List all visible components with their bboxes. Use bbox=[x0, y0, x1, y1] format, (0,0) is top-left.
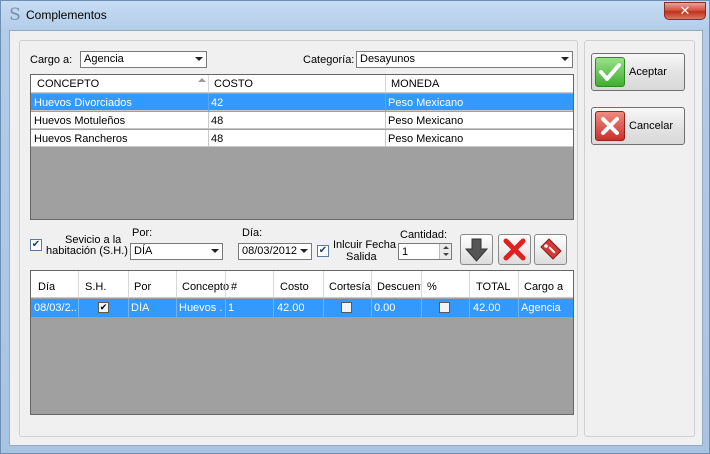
cantidad-stepper[interactable]: 1 bbox=[398, 243, 452, 260]
clear-tag-button[interactable] bbox=[534, 234, 567, 265]
column-header-concepto[interactable]: Concepto bbox=[182, 281, 229, 293]
actions-panel: Aceptar Cancelar bbox=[584, 40, 695, 437]
title-bar[interactable]: S Complementos ✕ bbox=[1, 1, 709, 29]
stepper-buttons[interactable] bbox=[439, 244, 451, 259]
tag-icon bbox=[540, 238, 562, 260]
servicio-checkbox[interactable]: ✔ bbox=[30, 239, 42, 251]
cell-moneda: Peso Mexicano bbox=[388, 133, 464, 145]
table-row[interactable]: Huevos Motuleños 48 Peso Mexicano bbox=[31, 112, 573, 129]
chevron-down-icon bbox=[300, 249, 308, 253]
close-button[interactable]: ✕ bbox=[664, 2, 706, 20]
column-header-cargo[interactable]: Cargo a bbox=[524, 281, 563, 293]
main-panel: Cargo a: Agencia Categoría: Desayunos CO… bbox=[19, 40, 578, 437]
cell-num: 1 bbox=[228, 302, 235, 314]
sort-ascending-icon bbox=[198, 78, 206, 82]
catalog-grid[interactable]: CONCEPTO COSTO MONEDA Huevos Divorciados… bbox=[30, 74, 574, 220]
chevron-down-icon bbox=[561, 57, 569, 61]
cell-costo: 48 bbox=[211, 115, 224, 127]
cell-dia: 08/03/2... bbox=[34, 302, 76, 314]
client-area: Cargo a: Agencia Categoría: Desayunos CO… bbox=[9, 30, 703, 446]
catalog-grid-header: CONCEPTO COSTO MONEDA bbox=[31, 75, 573, 93]
checkmark-icon bbox=[595, 57, 625, 87]
cell-porcentaje-checkbox[interactable] bbox=[439, 302, 450, 313]
cell-moneda: Peso Mexicano bbox=[388, 97, 464, 109]
cell-concepto: Huevos Divorciados bbox=[34, 97, 132, 109]
column-header-costo[interactable]: Costo bbox=[280, 281, 309, 293]
table-row[interactable]: Huevos Divorciados 42 Peso Mexicano bbox=[31, 94, 573, 111]
cantidad-label: Cantidad: bbox=[400, 229, 448, 241]
cell-por: DÍA bbox=[131, 302, 150, 314]
column-header-porcentaje[interactable]: % bbox=[427, 281, 437, 293]
table-row[interactable]: 08/03/2... ✔ DÍA Huevos ... 1 42.00 0.00 bbox=[31, 299, 573, 317]
chevron-down-icon bbox=[211, 249, 219, 253]
column-header-costo[interactable]: COSTO bbox=[214, 78, 253, 90]
column-header-dia[interactable]: Día bbox=[38, 281, 55, 293]
cell-cortesia-checkbox[interactable] bbox=[341, 302, 352, 313]
decrement-arrow-icon[interactable] bbox=[443, 253, 449, 256]
detail-grid-header: Día S.H. Por Concepto # Costo Cortesía D… bbox=[31, 271, 573, 298]
column-header-por[interactable]: Por bbox=[134, 281, 151, 293]
categoria-value: Desayunos bbox=[360, 53, 416, 65]
arrow-down-icon bbox=[464, 238, 489, 262]
cargo-select[interactable]: Agencia bbox=[80, 51, 207, 68]
app-logo-icon: S bbox=[9, 5, 21, 25]
column-header-descuento[interactable]: Descuento bbox=[377, 281, 421, 293]
increment-arrow-icon[interactable] bbox=[443, 246, 449, 249]
dia-date-picker[interactable]: 08/03/2012 bbox=[238, 243, 312, 260]
cell-sh-checkbox[interactable]: ✔ bbox=[98, 302, 109, 313]
cell-costo: 42 bbox=[211, 97, 224, 109]
cell-cargo: Agencia bbox=[521, 302, 561, 314]
por-select[interactable]: DÍA bbox=[130, 243, 223, 260]
cell-costo: 48 bbox=[211, 133, 224, 145]
complementos-window: S Complementos ✕ Cargo a: Agencia Catego… bbox=[0, 0, 710, 454]
cell-total: 42.00 bbox=[473, 302, 501, 314]
column-header-total[interactable]: TOTAL bbox=[476, 281, 510, 293]
chevron-down-icon bbox=[195, 57, 203, 61]
cancel-label: Cancelar bbox=[629, 120, 674, 132]
categoria-select[interactable]: Desayunos bbox=[356, 51, 573, 68]
cancel-button[interactable]: Cancelar bbox=[591, 107, 685, 145]
incluir-label-line2: Salida bbox=[346, 251, 377, 263]
accept-button[interactable]: Aceptar bbox=[591, 53, 685, 91]
table-row[interactable]: Huevos Rancheros 48 Peso Mexicano bbox=[31, 130, 573, 147]
cell-descuento: 0.00 bbox=[374, 302, 396, 314]
cantidad-value: 1 bbox=[402, 246, 409, 258]
categoria-label: Categoría: bbox=[303, 54, 355, 66]
por-label: Por: bbox=[132, 227, 153, 239]
delete-x-icon bbox=[503, 238, 526, 261]
incluir-label-line1: Inlcuir Fecha bbox=[333, 239, 396, 251]
window-title: Complementos bbox=[26, 8, 107, 22]
cell-concepto: Huevos Rancheros bbox=[34, 133, 128, 145]
incluir-fecha-salida-checkbox[interactable]: ✔ bbox=[317, 245, 329, 257]
column-header-cortesia[interactable]: Cortesía bbox=[329, 281, 371, 293]
cargo-label: Cargo a: bbox=[30, 54, 73, 66]
column-header-moneda[interactable]: MONEDA bbox=[391, 78, 439, 90]
accept-label: Aceptar bbox=[629, 66, 667, 78]
column-header-sh[interactable]: S.H. bbox=[85, 281, 106, 293]
por-value: DÍA bbox=[134, 245, 153, 257]
cell-moneda: Peso Mexicano bbox=[388, 115, 464, 127]
delete-button[interactable] bbox=[498, 234, 531, 265]
column-header-concepto[interactable]: CONCEPTO bbox=[37, 78, 99, 90]
cargo-value: Agencia bbox=[84, 53, 124, 65]
servicio-label-line2: habitación (S.H.) bbox=[46, 245, 128, 257]
cancel-x-icon bbox=[595, 111, 625, 141]
cell-concepto: Huevos Motuleños bbox=[34, 115, 126, 127]
add-down-button[interactable] bbox=[460, 234, 493, 265]
detail-grid[interactable]: Día S.H. Por Concepto # Costo Cortesía D… bbox=[30, 270, 574, 415]
cell-concepto: Huevos ... bbox=[179, 302, 223, 314]
dia-label: Día: bbox=[242, 227, 263, 239]
cell-costo: 42.00 bbox=[277, 302, 305, 314]
column-header-num[interactable]: # bbox=[231, 281, 237, 293]
dia-value: 08/03/2012 bbox=[242, 245, 298, 257]
